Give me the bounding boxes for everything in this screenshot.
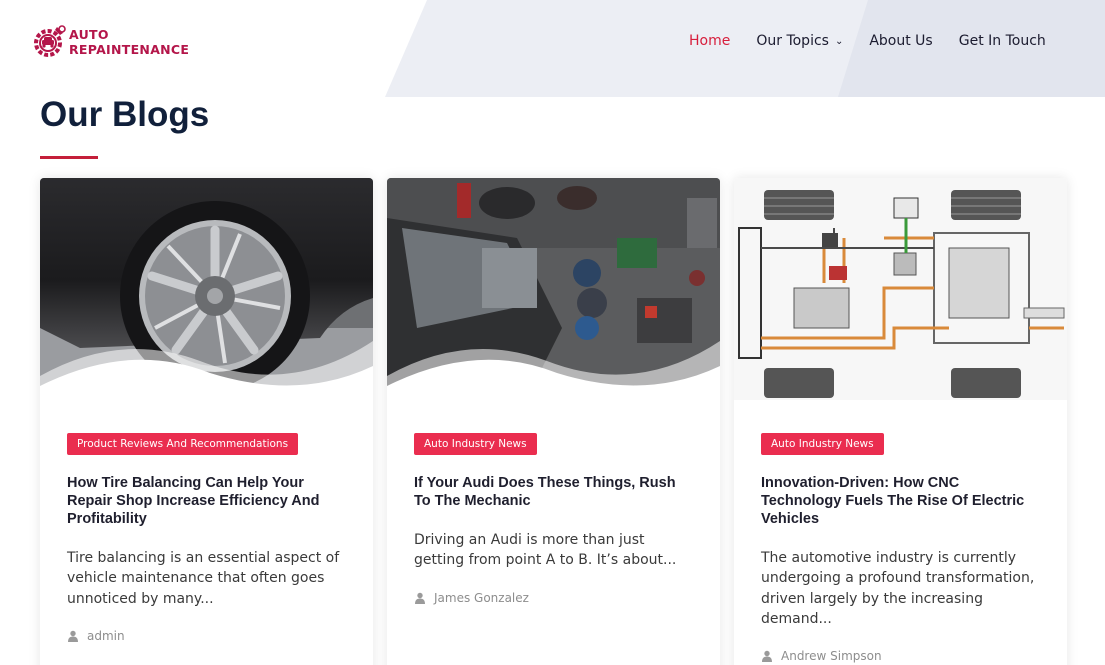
blog-card-excerpt: The automotive industry is currently und… bbox=[761, 550, 1035, 627]
blog-card-title[interactable]: How Tire Balancing Can Help Your Repair … bbox=[67, 474, 347, 528]
blog-card-title[interactable]: Innovation-Driven: How CNC Technology Fu… bbox=[761, 474, 1041, 528]
logo-line-2: REPAINTENANCE bbox=[69, 42, 190, 57]
chevron-down-icon: ⌄ bbox=[834, 36, 844, 47]
blog-card-image-car-wheel[interactable] bbox=[40, 178, 373, 400]
nav-get-in-touch[interactable]: Get In Touch bbox=[959, 33, 1046, 49]
logo-text: AUTO REPAINTENANCE bbox=[69, 27, 189, 57]
nav-about-us[interactable]: About Us bbox=[869, 33, 932, 49]
gear-car-icon bbox=[34, 25, 66, 57]
page-title: Our Blogs bbox=[40, 95, 210, 134]
blog-card-excerpt: Tire balancing is an essential aspect of… bbox=[67, 550, 340, 607]
title-underline bbox=[40, 156, 98, 159]
logo-line-1: AUTO bbox=[69, 27, 109, 42]
author-name: admin bbox=[87, 628, 125, 643]
category-badge[interactable]: Auto Industry News bbox=[414, 433, 537, 455]
blog-card-image-ev-diagram[interactable] bbox=[734, 178, 1067, 400]
user-icon bbox=[68, 630, 78, 642]
blog-card[interactable]: Auto Industry News If Your Audi Does The… bbox=[387, 178, 720, 665]
author-name: Andrew Simpson bbox=[781, 649, 882, 664]
blog-card-author[interactable]: Andrew Simpson bbox=[761, 649, 1041, 663]
blog-card[interactable]: Product Reviews And Recommendations How … bbox=[40, 178, 373, 665]
main-navigation: Home Our Topics ⌄ About Us Get In Touch bbox=[689, 33, 1072, 49]
category-badge[interactable]: Product Reviews And Recommendations bbox=[67, 433, 299, 455]
blog-card-excerpt: Driving an Audi is more than just gettin… bbox=[414, 532, 677, 569]
blog-card[interactable]: Auto Industry News Innovation-Driven: Ho… bbox=[734, 178, 1067, 665]
site-logo[interactable]: AUTO REPAINTENANCE bbox=[33, 22, 203, 62]
nav-our-topics[interactable]: Our Topics ⌄ bbox=[756, 33, 843, 49]
image-wave-decoration bbox=[40, 341, 373, 400]
user-icon bbox=[762, 650, 772, 663]
nav-home[interactable]: Home bbox=[689, 33, 730, 49]
blog-card-author[interactable]: admin bbox=[67, 629, 347, 643]
image-wave-decoration bbox=[387, 341, 720, 400]
nav-our-topics-label: Our Topics bbox=[756, 33, 829, 49]
blog-card-image-mechanics-garage[interactable] bbox=[387, 178, 720, 400]
user-icon bbox=[415, 592, 425, 604]
author-name: James Gonzalez bbox=[434, 590, 529, 605]
blog-card-author[interactable]: James Gonzalez bbox=[414, 591, 694, 605]
blog-card-title[interactable]: If Your Audi Does These Things, Rush To … bbox=[414, 474, 694, 510]
category-badge[interactable]: Auto Industry News bbox=[761, 433, 884, 455]
